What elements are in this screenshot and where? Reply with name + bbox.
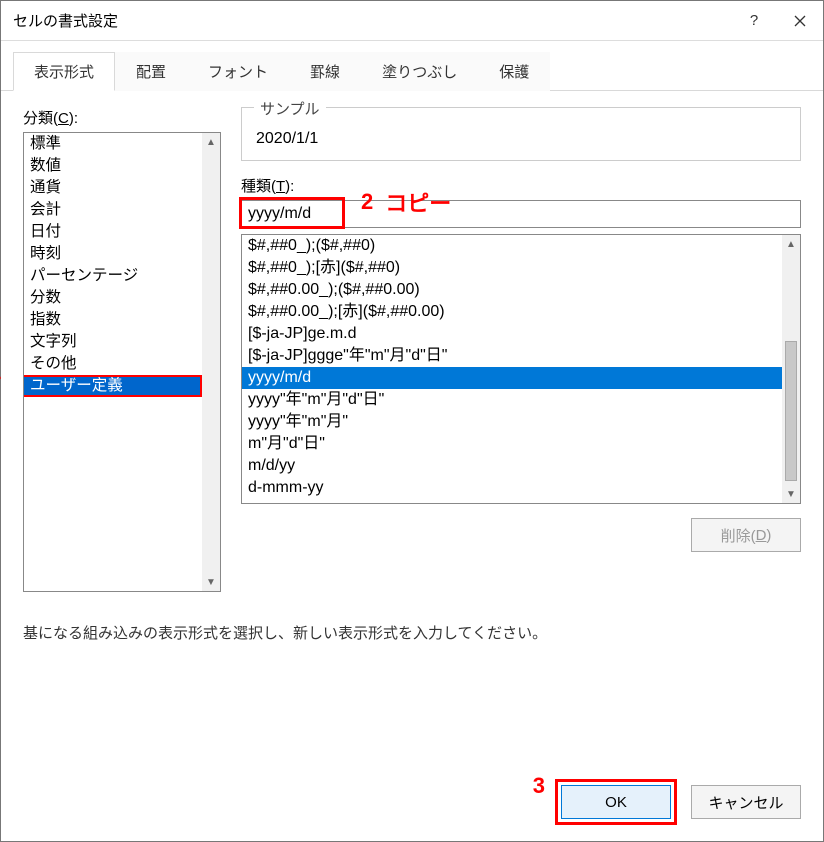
scroll-down-icon[interactable]: ▼ [782, 485, 800, 503]
category-item[interactable]: パーセンテージ [24, 265, 220, 287]
tab-strip: 表示形式 配置 フォント 罫線 塗りつぶし 保護 [1, 51, 823, 91]
format-item[interactable]: $#,##0.00_);($#,##0.00) [242, 279, 800, 301]
category-scrollbar[interactable]: ▲ ▼ [202, 133, 220, 591]
format-item-selected[interactable]: yyyy/m/d [242, 367, 800, 389]
annotation-1: 1 [0, 359, 1, 385]
hint-text: 基になる組み込みの表示形式を選択し、新しい表示形式を入力してください。 [23, 622, 801, 643]
sample-group: サンプル 2020/1/1 [241, 107, 801, 161]
tab-number-format[interactable]: 表示形式 [13, 52, 115, 91]
tab-font[interactable]: フォント [187, 52, 289, 91]
format-item[interactable]: [$-ja-JP]ge.m.d [242, 323, 800, 345]
scrollbar-thumb[interactable] [785, 341, 797, 481]
format-item[interactable]: yyyy"年"m"月"d"日" [242, 389, 800, 411]
category-listbox[interactable]: 標準 数値 通貨 会計 日付 時刻 パーセンテージ 分数 指数 文字列 その他 … [23, 132, 221, 592]
tab-border[interactable]: 罫線 [289, 52, 361, 91]
scroll-down-icon[interactable]: ▼ [202, 573, 220, 591]
format-item[interactable]: $#,##0_);[赤]($#,##0) [242, 257, 800, 279]
category-item[interactable]: 文字列 [24, 331, 220, 353]
scroll-up-icon[interactable]: ▲ [782, 235, 800, 253]
annotation-3: 3 [533, 773, 545, 799]
format-item[interactable]: d-mmm-yy [242, 477, 800, 499]
dialog-body: 分類(C): 標準 数値 通貨 会計 日付 時刻 パーセンテージ 分数 指数 文… [1, 91, 823, 785]
category-item[interactable]: 会計 [24, 199, 220, 221]
tab-protection[interactable]: 保護 [478, 52, 550, 91]
category-item[interactable]: 数値 [24, 155, 220, 177]
tab-alignment[interactable]: 配置 [115, 52, 187, 91]
format-scrollbar[interactable]: ▲ ▼ [782, 235, 800, 503]
category-label: 分類(C): [23, 107, 221, 128]
type-label: 種類(T): [241, 175, 801, 196]
category-item[interactable]: 指数 [24, 309, 220, 331]
title-bar: セルの書式設定 ? [1, 1, 823, 41]
format-item[interactable]: m/d/yy [242, 455, 800, 477]
sample-legend: サンプル [254, 98, 326, 119]
close-button[interactable] [777, 1, 823, 41]
format-cells-dialog: セルの書式設定 ? 表示形式 配置 フォント 罫線 塗りつぶし 保護 分類(C)… [0, 0, 824, 842]
close-icon [794, 15, 806, 27]
format-item[interactable]: $#,##0_);($#,##0) [242, 235, 800, 257]
scroll-up-icon[interactable]: ▲ [202, 133, 220, 151]
dialog-title: セルの書式設定 [13, 10, 731, 31]
category-item[interactable]: 時刻 [24, 243, 220, 265]
tab-fill[interactable]: 塗りつぶし [361, 52, 478, 91]
delete-button[interactable]: 削除(D) [691, 518, 801, 552]
category-item[interactable]: 日付 [24, 221, 220, 243]
category-item[interactable]: 通貨 [24, 177, 220, 199]
dialog-footer: 3 OK キャンセル [1, 785, 823, 841]
category-item[interactable]: 標準 [24, 133, 220, 155]
sample-value: 2020/1/1 [254, 124, 788, 148]
format-code-input[interactable] [241, 200, 801, 228]
category-item[interactable]: 分数 [24, 287, 220, 309]
annotation-2: 2 コピー [361, 186, 451, 218]
category-item[interactable]: その他 [24, 353, 220, 375]
cancel-button[interactable]: キャンセル [691, 785, 801, 819]
format-item[interactable]: yyyy"年"m"月" [242, 411, 800, 433]
help-button[interactable]: ? [731, 1, 777, 41]
category-column: 分類(C): 標準 数値 通貨 会計 日付 時刻 パーセンテージ 分数 指数 文… [23, 107, 221, 592]
detail-column: サンプル 2020/1/1 種類(T): 2 コピー $#,##0_);($#,… [241, 107, 801, 592]
format-item[interactable]: [$-ja-JP]ggge"年"m"月"d"日" [242, 345, 800, 367]
category-item-selected[interactable]: ユーザー定義 [24, 375, 220, 397]
format-item[interactable]: $#,##0.00_);[赤]($#,##0.00) [242, 301, 800, 323]
format-listbox[interactable]: $#,##0_);($#,##0) $#,##0_);[赤]($#,##0) $… [241, 234, 801, 504]
format-item[interactable]: m"月"d"日" [242, 433, 800, 455]
ok-button[interactable]: OK [561, 785, 671, 819]
